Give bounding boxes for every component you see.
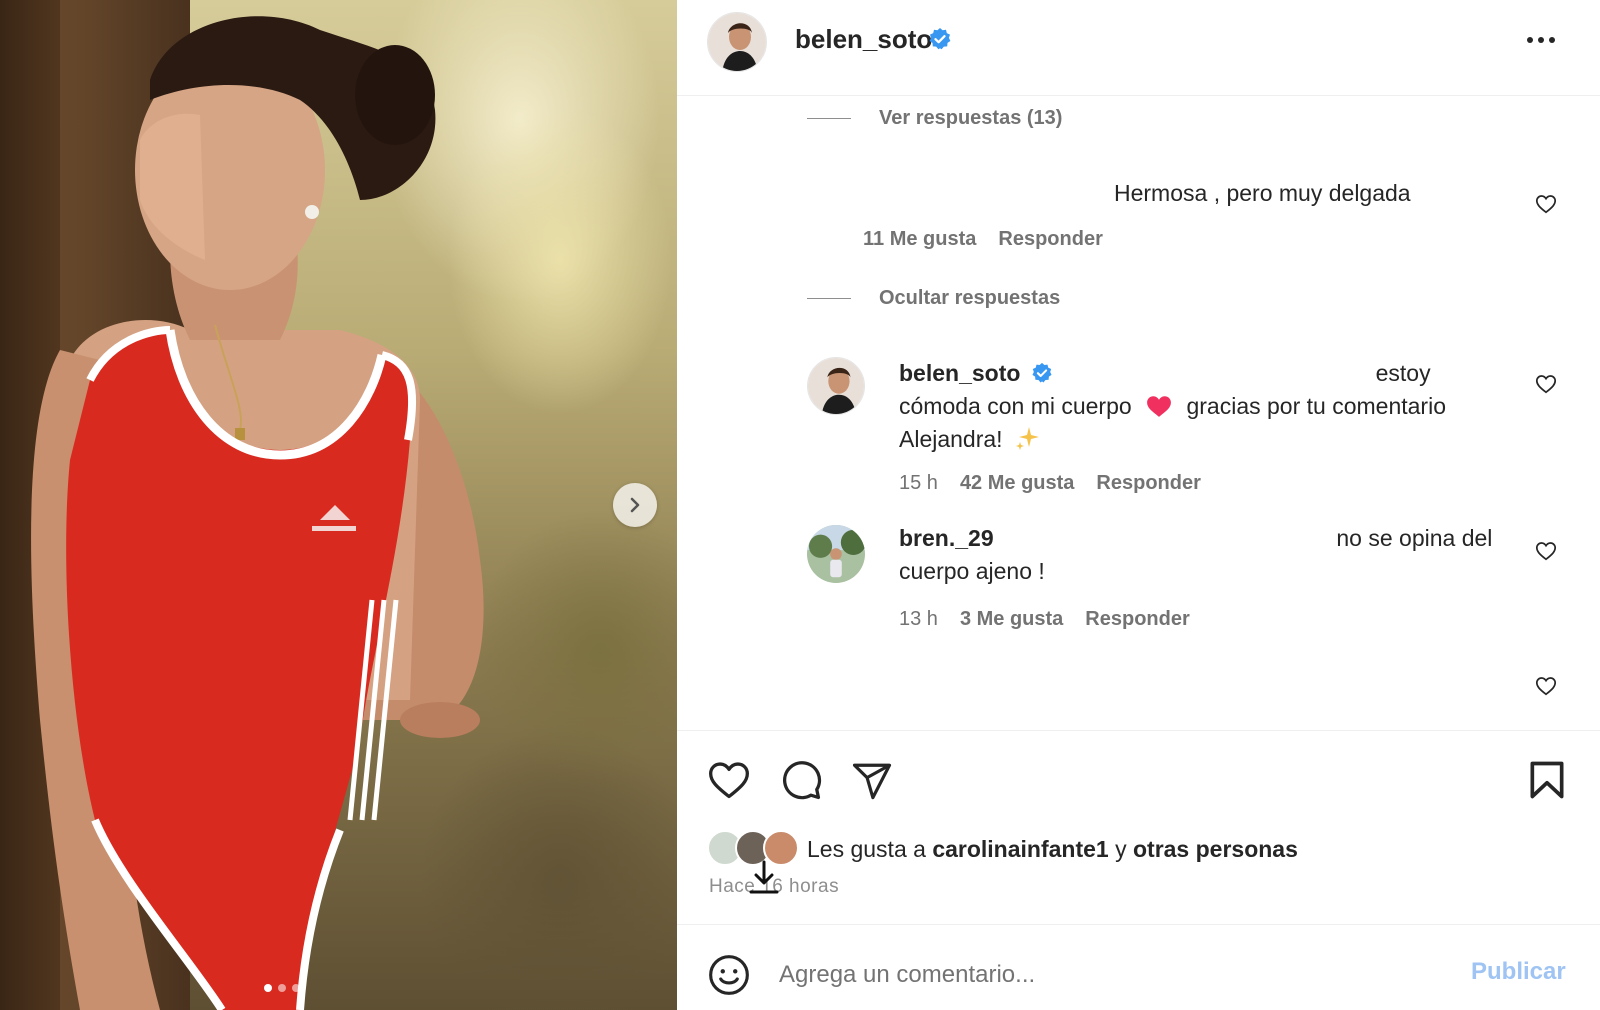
comment-icon[interactable] <box>779 758 823 802</box>
download-icon[interactable] <box>747 858 781 898</box>
reply-button[interactable]: Responder <box>1096 472 1200 495</box>
reply-text-d: Alejandra! <box>899 426 1003 452</box>
reply-text-a: estoy <box>1375 360 1431 386</box>
reply-avatar[interactable] <box>807 525 865 583</box>
reply-button[interactable]: Responder <box>998 228 1102 251</box>
divider-line <box>807 118 851 119</box>
avatar-image <box>807 525 865 583</box>
comment-likes[interactable]: 11 Me gusta <box>863 228 976 251</box>
reply-username[interactable]: belen_soto <box>899 360 1020 386</box>
avatar-image <box>708 13 766 71</box>
more-options-button[interactable] <box>1527 34 1567 46</box>
heart-icon[interactable] <box>707 758 751 802</box>
next-slide-button[interactable] <box>613 483 657 527</box>
author-username[interactable]: belen_soto <box>795 24 932 55</box>
woman-figure <box>31 16 484 1010</box>
carousel-dot-3 <box>292 984 300 992</box>
chevron-right-icon <box>630 497 640 513</box>
view-replies-toggle[interactable]: Ver respuestas (13) <box>807 107 1062 130</box>
comment-like-heart-icon[interactable] <box>1535 193 1557 215</box>
publish-button[interactable]: Publicar <box>1471 958 1566 986</box>
sparkles-emoji-icon <box>1015 426 1039 450</box>
reply-likes[interactable]: 42 Me gusta <box>960 472 1074 495</box>
author-avatar[interactable] <box>707 12 767 72</box>
verified-badge-icon <box>1032 362 1052 383</box>
emoji-icon[interactable] <box>707 953 751 997</box>
reply-meta: 13 h 3 Me gusta Responder <box>899 608 1190 631</box>
comment-meta: 11 Me gusta Responder <box>863 228 1103 251</box>
reply-body: belen_soto estoy cómoda con mi cuerpo gr… <box>899 357 1499 456</box>
reply-text-c: gracias por tu comentario <box>1186 393 1446 419</box>
more-horizontal-icon <box>1527 37 1533 43</box>
carousel-dot-1 <box>264 984 272 992</box>
reply-body: bren._29 no se opina del cuerpo ajeno ! <box>899 522 1499 588</box>
reply-text-b: cuerpo ajeno ! <box>899 558 1045 584</box>
divider-line <box>807 298 851 299</box>
reply-avatar[interactable] <box>807 357 865 415</box>
comment-text: Hermosa , pero muy delgada <box>1114 180 1411 206</box>
likes-prefix: Les gusta a <box>807 836 926 862</box>
view-replies-label: Ver respuestas (13) <box>879 107 1063 129</box>
reply-text-a: no se opina del <box>1336 525 1493 551</box>
divider <box>677 730 1600 731</box>
post-photo[interactable] <box>0 0 677 1010</box>
post-header: belen_soto <box>677 0 1600 96</box>
likes-joiner: y <box>1115 836 1127 862</box>
heart-emoji-icon <box>1147 396 1171 417</box>
carousel-indicator <box>264 984 300 992</box>
hide-replies-toggle[interactable]: Ocultar respuestas <box>807 287 1060 310</box>
comment-input[interactable] <box>779 955 1419 995</box>
reply-text-b: cómoda con mi cuerpo <box>899 393 1132 419</box>
reply-button[interactable]: Responder <box>1085 608 1189 631</box>
carousel-dot-2 <box>278 984 286 992</box>
reply-time: 15 h <box>899 472 938 494</box>
reply-like-heart-icon[interactable] <box>1535 373 1557 395</box>
avatar-image <box>808 358 864 414</box>
reply-time: 13 h <box>899 608 938 630</box>
send-icon[interactable] <box>851 760 893 802</box>
bookmark-icon[interactable] <box>1525 758 1569 802</box>
other-likers-link[interactable]: otras personas <box>1133 836 1298 862</box>
reply-meta: 15 h 42 Me gusta Responder <box>899 472 1201 495</box>
verified-badge-icon <box>928 27 952 56</box>
reply-username[interactable]: bren._29 <box>899 525 994 551</box>
liker-username[interactable]: carolinainfante1 <box>932 836 1108 862</box>
likes-summary: Les gusta a carolinainfante1 y otras per… <box>807 836 1298 863</box>
divider <box>677 924 1600 925</box>
post-side-panel: belen_soto Ver respuestas (13) Hermosa ,… <box>677 0 1600 1010</box>
reply-likes[interactable]: 3 Me gusta <box>960 608 1063 631</box>
reply-like-heart-icon[interactable] <box>1535 540 1557 562</box>
comment-like-heart-icon[interactable] <box>1535 675 1557 697</box>
hide-replies-label: Ocultar respuestas <box>879 287 1061 309</box>
